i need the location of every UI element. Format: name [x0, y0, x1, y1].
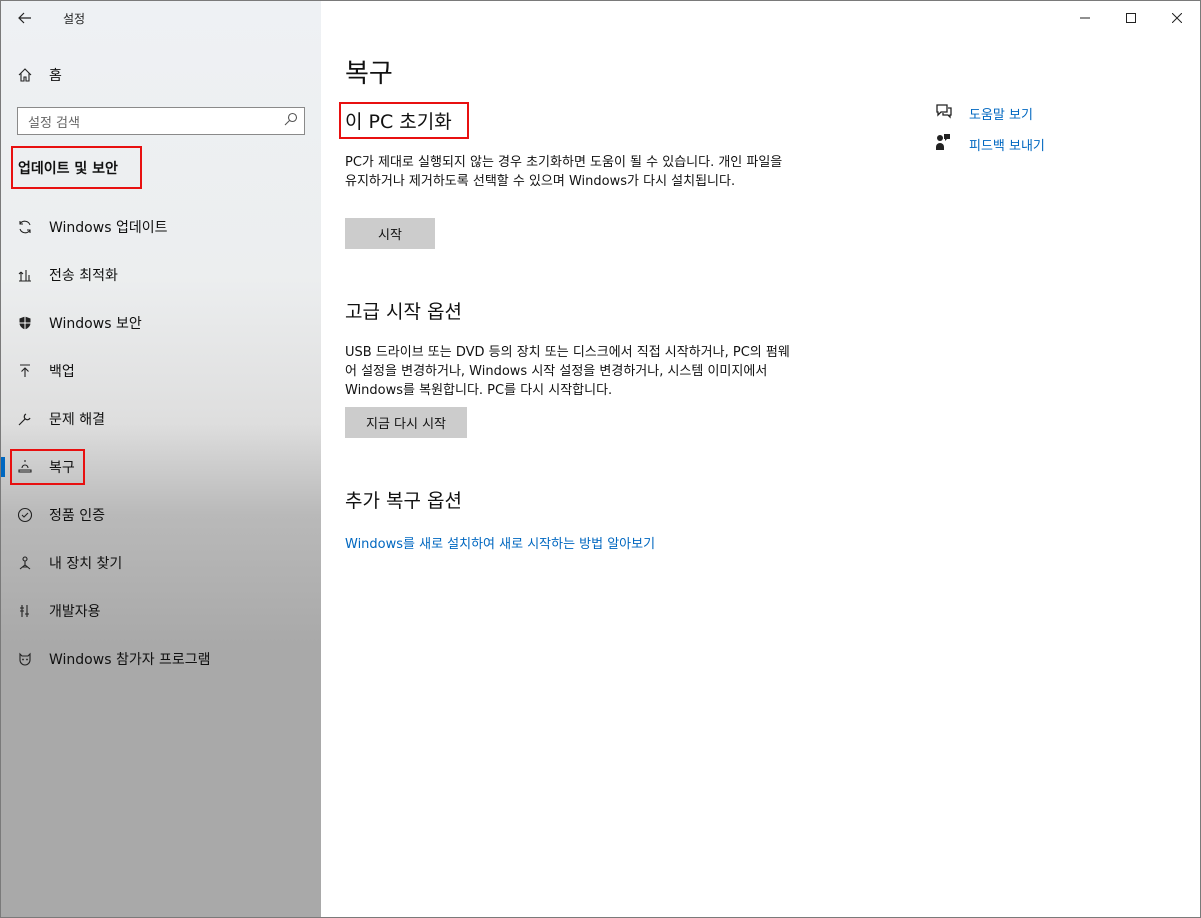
reset-description: PC가 제대로 실행되지 않는 경우 초기화하면 도움이 될 수 있습니다. 개… — [345, 155, 783, 189]
nav-list: Windows 업데이트 전송 최적화 Windows 보안 백업 문제 해결 … — [1, 203, 321, 683]
sidebar-item-label: 홈 — [49, 68, 62, 84]
restart-now-button[interactable]: 지금 다시 시작 — [345, 407, 467, 438]
find-device-icon — [1, 555, 49, 571]
sync-icon — [1, 219, 49, 235]
maximize-button[interactable] — [1108, 1, 1154, 35]
sidebar-item-delivery-optimization[interactable]: 전송 최적화 — [1, 251, 321, 299]
sidebar-item-windows-update[interactable]: Windows 업데이트 — [1, 203, 321, 251]
help-links: 도움말 보기 피드백 보내기 — [935, 101, 1045, 163]
close-icon — [1172, 13, 1182, 23]
window-controls — [1062, 1, 1200, 35]
sidebar-item-label: 백업 — [49, 364, 75, 380]
sidebar-item-label: 문제 해결 — [49, 412, 105, 428]
search-input[interactable]: 설정 검색 — [17, 107, 305, 135]
developer-icon — [1, 603, 49, 619]
get-help-link[interactable]: 도움말 보기 — [935, 101, 1045, 125]
back-arrow-icon — [18, 12, 31, 24]
maximize-icon — [1126, 13, 1136, 23]
back-button[interactable] — [9, 5, 41, 31]
help-chat-icon — [935, 103, 969, 123]
sidebar-item-troubleshoot[interactable]: 문제 해결 — [1, 395, 321, 443]
search-icon[interactable] — [284, 112, 298, 130]
sidebar-item-windows-security[interactable]: Windows 보안 — [1, 299, 321, 347]
feedback-icon — [935, 133, 969, 155]
wrench-icon — [1, 411, 49, 427]
sidebar-item-activation[interactable]: 정품 인증 — [1, 491, 321, 539]
reset-start-button[interactable]: 시작 — [345, 218, 435, 249]
search-placeholder: 설정 검색 — [28, 115, 80, 131]
close-button[interactable] — [1154, 1, 1200, 35]
sidebar-item-label: 정품 인증 — [49, 508, 105, 524]
minimize-icon — [1080, 17, 1090, 19]
more-recovery-heading: 추가 복구 옵션 — [345, 490, 462, 512]
section-title: 업데이트 및 보안 — [11, 146, 142, 189]
sidebar-item-for-developers[interactable]: 개발자용 — [1, 587, 321, 635]
reset-heading: 이 PC 초기화 — [345, 111, 452, 133]
delivery-optimization-icon — [1, 267, 49, 283]
sidebar-item-label: Windows 참가자 프로그램 — [49, 652, 211, 668]
fresh-start-link[interactable]: Windows를 새로 설치하여 새로 시작하는 방법 알아보기 — [345, 533, 655, 552]
sidebar-item-find-my-device[interactable]: 내 장치 찾기 — [1, 539, 321, 587]
sidebar-item-label: 전송 최적화 — [49, 268, 118, 284]
sidebar-item-windows-insider[interactable]: Windows 참가자 프로그램 — [1, 635, 321, 683]
sidebar-item-label: 내 장치 찾기 — [49, 556, 123, 572]
reset-heading-box: 이 PC 초기화 — [339, 102, 469, 139]
sidebar-item-backup[interactable]: 백업 — [1, 347, 321, 395]
advanced-startup-heading: 고급 시작 옵션 — [345, 301, 462, 323]
settings-window: 설정 홈 설정 검색 업데이트 및 보안 Windows 업데이트 전송 최적화… — [0, 0, 1201, 918]
send-feedback-label: 피드백 보내기 — [969, 138, 1045, 154]
sidebar-item-label: Windows 보안 — [49, 316, 142, 332]
insider-icon — [1, 651, 49, 667]
advanced-startup-description: USB 드라이브 또는 DVD 등의 장치 또는 디스크에서 직접 시작하거나,… — [345, 345, 790, 398]
activation-icon — [1, 507, 49, 523]
sidebar-item-label: Windows 업데이트 — [49, 220, 168, 236]
get-help-label: 도움말 보기 — [969, 107, 1033, 123]
sidebar: 설정 홈 설정 검색 업데이트 및 보안 Windows 업데이트 전송 최적화… — [1, 1, 321, 917]
app-title: 설정 — [63, 12, 86, 26]
home-icon — [1, 67, 49, 83]
shield-icon — [1, 315, 49, 331]
sidebar-item-label: 개발자용 — [49, 604, 101, 620]
minimize-button[interactable] — [1062, 1, 1108, 35]
send-feedback-link[interactable]: 피드백 보내기 — [935, 132, 1045, 156]
title-bar: 설정 — [1, 1, 321, 35]
highlight-box-recovery — [10, 449, 85, 485]
page-title: 복구 — [345, 59, 393, 89]
backup-icon — [1, 363, 49, 379]
sidebar-item-home[interactable]: 홈 — [1, 57, 321, 93]
